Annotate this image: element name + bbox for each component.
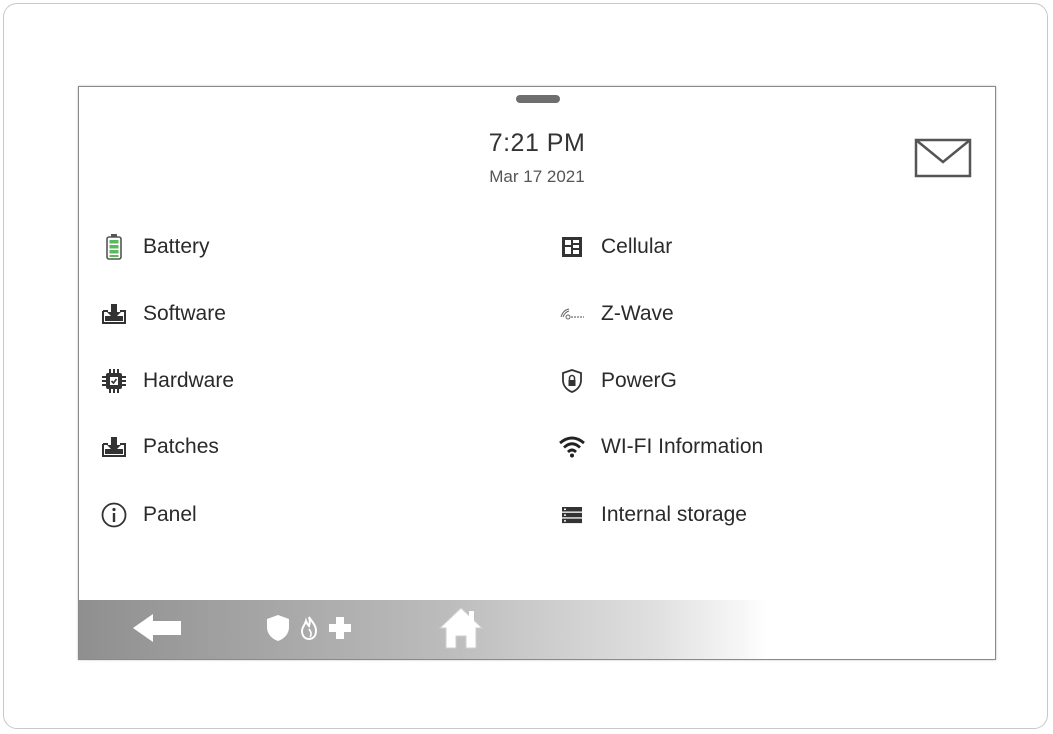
storage-icon xyxy=(559,502,585,528)
home-button[interactable] xyxy=(431,600,491,659)
menu-item-zwave[interactable]: Z-Wave xyxy=(559,297,674,331)
menu-label-powerg: PowerG xyxy=(601,369,677,392)
battery-icon xyxy=(101,234,127,260)
wifi-icon xyxy=(559,434,585,460)
menu-item-wifi[interactable]: WI-FI Information xyxy=(559,430,763,464)
zwave-icon xyxy=(559,301,585,327)
shield-lock-icon xyxy=(559,368,585,394)
menu-item-powerg[interactable]: PowerG xyxy=(559,364,677,398)
medical-cross-icon xyxy=(328,616,352,645)
pull-down-handle[interactable] xyxy=(516,95,560,103)
info-icon xyxy=(101,502,127,528)
back-arrow-icon xyxy=(131,613,183,648)
menu-label-battery: Battery xyxy=(143,235,210,258)
menu-item-hardware[interactable]: Hardware xyxy=(101,364,234,398)
menu-label-cellular: Cellular xyxy=(601,235,673,258)
menu-label-hardware: Hardware xyxy=(143,369,235,392)
menu-item-cellular[interactable]: Cellular xyxy=(559,230,672,264)
download-tray-icon xyxy=(101,301,127,327)
download-tray-icon xyxy=(101,434,127,460)
menu-item-patches[interactable]: Patches xyxy=(101,430,219,464)
clock-date: Mar 17 2021 xyxy=(489,167,585,186)
home-icon xyxy=(438,606,484,655)
menu-label-wifi: WI-FI Information xyxy=(601,435,764,458)
menu-label-zwave: Z-Wave xyxy=(601,302,674,325)
menu-item-panel[interactable]: Panel xyxy=(101,498,197,532)
clock-time: 7:21 PM xyxy=(488,129,586,157)
envelope-icon[interactable] xyxy=(914,138,972,178)
menu-label-patches: Patches xyxy=(143,435,219,458)
menu-label-internal-storage: Internal storage xyxy=(601,503,747,526)
menu-label-software: Software xyxy=(143,302,226,325)
emergency-buttons[interactable] xyxy=(249,600,369,659)
menu-item-software[interactable]: Software xyxy=(101,297,226,331)
bottom-nav-bar xyxy=(79,600,995,659)
shield-icon xyxy=(266,614,290,647)
chip-icon xyxy=(101,368,127,394)
menu-item-internal-storage[interactable]: Internal storage xyxy=(559,498,747,532)
menu-item-battery[interactable]: Battery xyxy=(101,230,210,264)
panel-screen: 7:21 PM Mar 17 2021 Battery Software Har… xyxy=(78,86,996,660)
flame-icon xyxy=(300,615,318,645)
back-button[interactable] xyxy=(127,600,187,659)
menu-label-panel: Panel xyxy=(143,503,197,526)
cellular-module-icon xyxy=(559,234,585,260)
